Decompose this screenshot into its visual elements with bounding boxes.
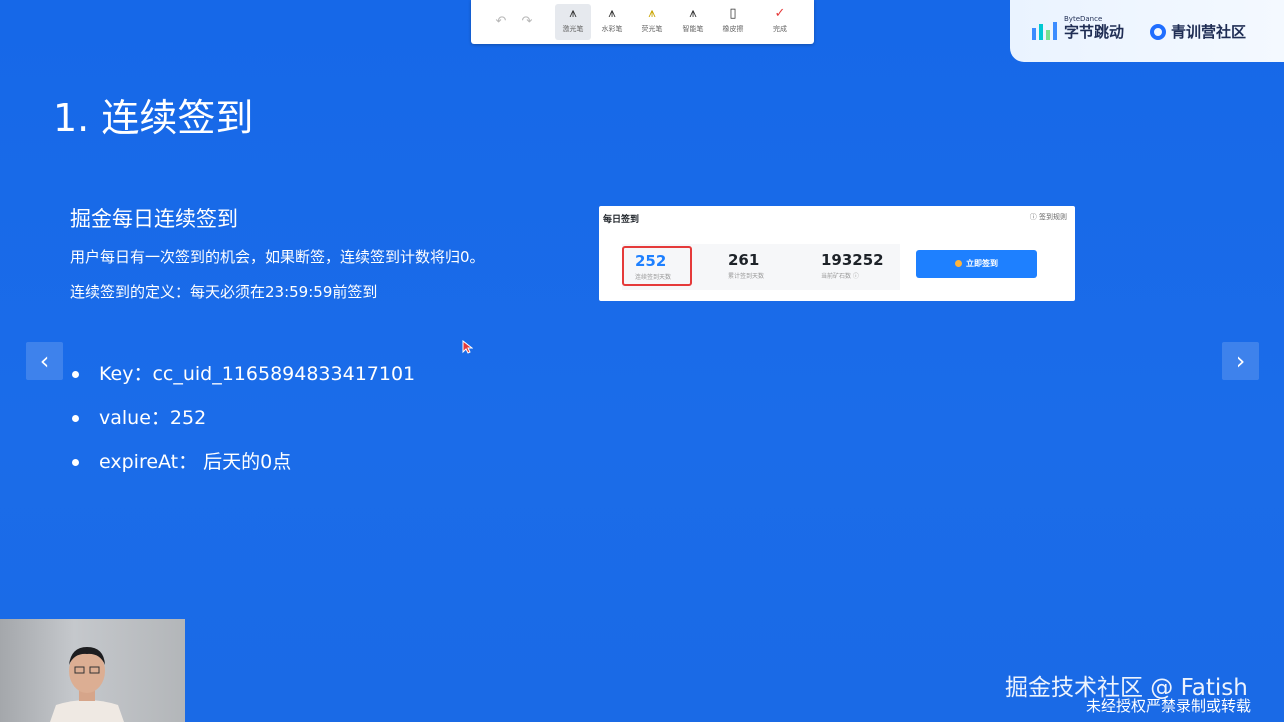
eraser-icon: ▯ xyxy=(729,6,737,21)
tool-watercolor-pen[interactable]: ⩚ 水彩笔 xyxy=(594,4,630,40)
watermark-notice: 未经授权严禁录制或转载 xyxy=(1086,697,1252,715)
tool-eraser[interactable]: ▯ 橡皮擦 xyxy=(715,4,751,40)
mouse-cursor-icon xyxy=(462,340,473,354)
undo-button[interactable]: ↶ xyxy=(491,12,511,32)
next-slide-button[interactable]: › xyxy=(1222,342,1259,380)
bullet-text: value：252 xyxy=(99,407,207,429)
bytedance-name: 字节跳动 xyxy=(1064,23,1125,41)
highlighter-icon: ⩚ xyxy=(648,6,656,21)
bullet-text: expireAt： 后天的0点 xyxy=(99,451,292,473)
tool-label: 水彩笔 xyxy=(601,25,623,33)
checkin-rules-link: ⓘ 签到规则 xyxy=(1029,213,1067,221)
bullet-item: Key：cc_uid_1165894833417101 xyxy=(72,358,415,402)
description-line-2: 连续签到的定义：每天必须在23:59:59前签到 xyxy=(70,283,378,301)
tool-label: 激光笔 xyxy=(562,25,584,33)
bullet-list: Key：cc_uid_1165894833417101 value：252 ex… xyxy=(72,358,415,490)
checkin-stats: 252 连续签到天数 261 累计签到天数 193252 当前矿石数 ⓘ xyxy=(622,244,900,290)
brand-header: ByteDance 字节跳动 青训营社区 xyxy=(1010,0,1284,62)
stat-caption: 当前矿石数 ⓘ xyxy=(821,273,859,280)
tool-label: 完成 xyxy=(773,25,787,33)
bytedance-logo-icon xyxy=(1032,22,1057,40)
tool-label: 荧光笔 xyxy=(641,25,663,33)
slide-title: 1. 连续签到 xyxy=(53,96,254,140)
checkin-card-screenshot: 每日签到 ⓘ 签到规则 252 连续签到天数 261 累计签到天数 193252… xyxy=(599,206,1075,301)
watercolor-pen-icon: ⩚ xyxy=(608,6,616,21)
slide-canvas: ↶ ↷ ⩚ 激光笔 ⩚ 水彩笔 ⩚ 荧光笔 ⩚ 智能笔 ▯ 橡皮擦 ✓ 完成 B… xyxy=(0,0,1284,722)
tool-highlighter[interactable]: ⩚ 荧光笔 xyxy=(634,4,670,40)
tool-smart-pen[interactable]: ⩚ 智能笔 xyxy=(675,4,711,40)
webcam-video xyxy=(0,619,185,722)
bullet-item: expireAt： 后天的0点 xyxy=(72,446,415,490)
annotation-toolbar: ↶ ↷ ⩚ 激光笔 ⩚ 水彩笔 ⩚ 荧光笔 ⩚ 智能笔 ▯ 橡皮擦 ✓ 完成 xyxy=(471,0,814,44)
chevron-right-icon: › xyxy=(1235,347,1246,375)
checkin-button-label: 立即签到 xyxy=(966,259,998,268)
laser-pen-icon: ⩚ xyxy=(569,6,577,21)
tool-label: 智能笔 xyxy=(682,25,704,33)
stat-consecutive-days: 252 连续签到天数 xyxy=(622,246,692,286)
qingxun-logo-icon xyxy=(1150,24,1166,40)
bullet-dot-icon xyxy=(72,371,79,378)
coin-icon xyxy=(955,260,962,267)
prev-slide-button[interactable]: ‹ xyxy=(26,342,63,380)
tool-laser-pen[interactable]: ⩚ 激光笔 xyxy=(555,4,591,40)
tool-done[interactable]: ✓ 完成 xyxy=(762,4,798,40)
description-line-1: 用户每日有一次签到的机会，如果断签，连续签到计数将归0。 xyxy=(70,248,485,266)
stat-value: 261 xyxy=(728,251,760,269)
redo-button[interactable]: ↷ xyxy=(517,12,537,32)
tool-label: 橡皮擦 xyxy=(722,25,744,33)
card-title: 每日签到 xyxy=(603,215,640,225)
chevron-left-icon: ‹ xyxy=(39,347,50,375)
checkin-now-button: 立即签到 xyxy=(916,250,1037,278)
qingxun-name: 青训营社区 xyxy=(1171,23,1247,41)
slide-subtitle: 掘金每日连续签到 xyxy=(70,207,238,231)
presenter-video-image xyxy=(50,647,124,722)
checkmark-icon: ✓ xyxy=(774,6,786,21)
bullet-dot-icon xyxy=(72,415,79,422)
stat-value: 193252 xyxy=(821,251,884,269)
stat-caption: 累计签到天数 xyxy=(728,273,765,280)
bullet-dot-icon xyxy=(72,459,79,466)
bullet-item: value：252 xyxy=(72,402,415,446)
bullet-text: Key：cc_uid_1165894833417101 xyxy=(99,363,416,385)
stat-value: 252 xyxy=(635,252,667,270)
stat-caption: 连续签到天数 xyxy=(635,274,672,281)
smart-pen-icon: ⩚ xyxy=(689,6,697,21)
